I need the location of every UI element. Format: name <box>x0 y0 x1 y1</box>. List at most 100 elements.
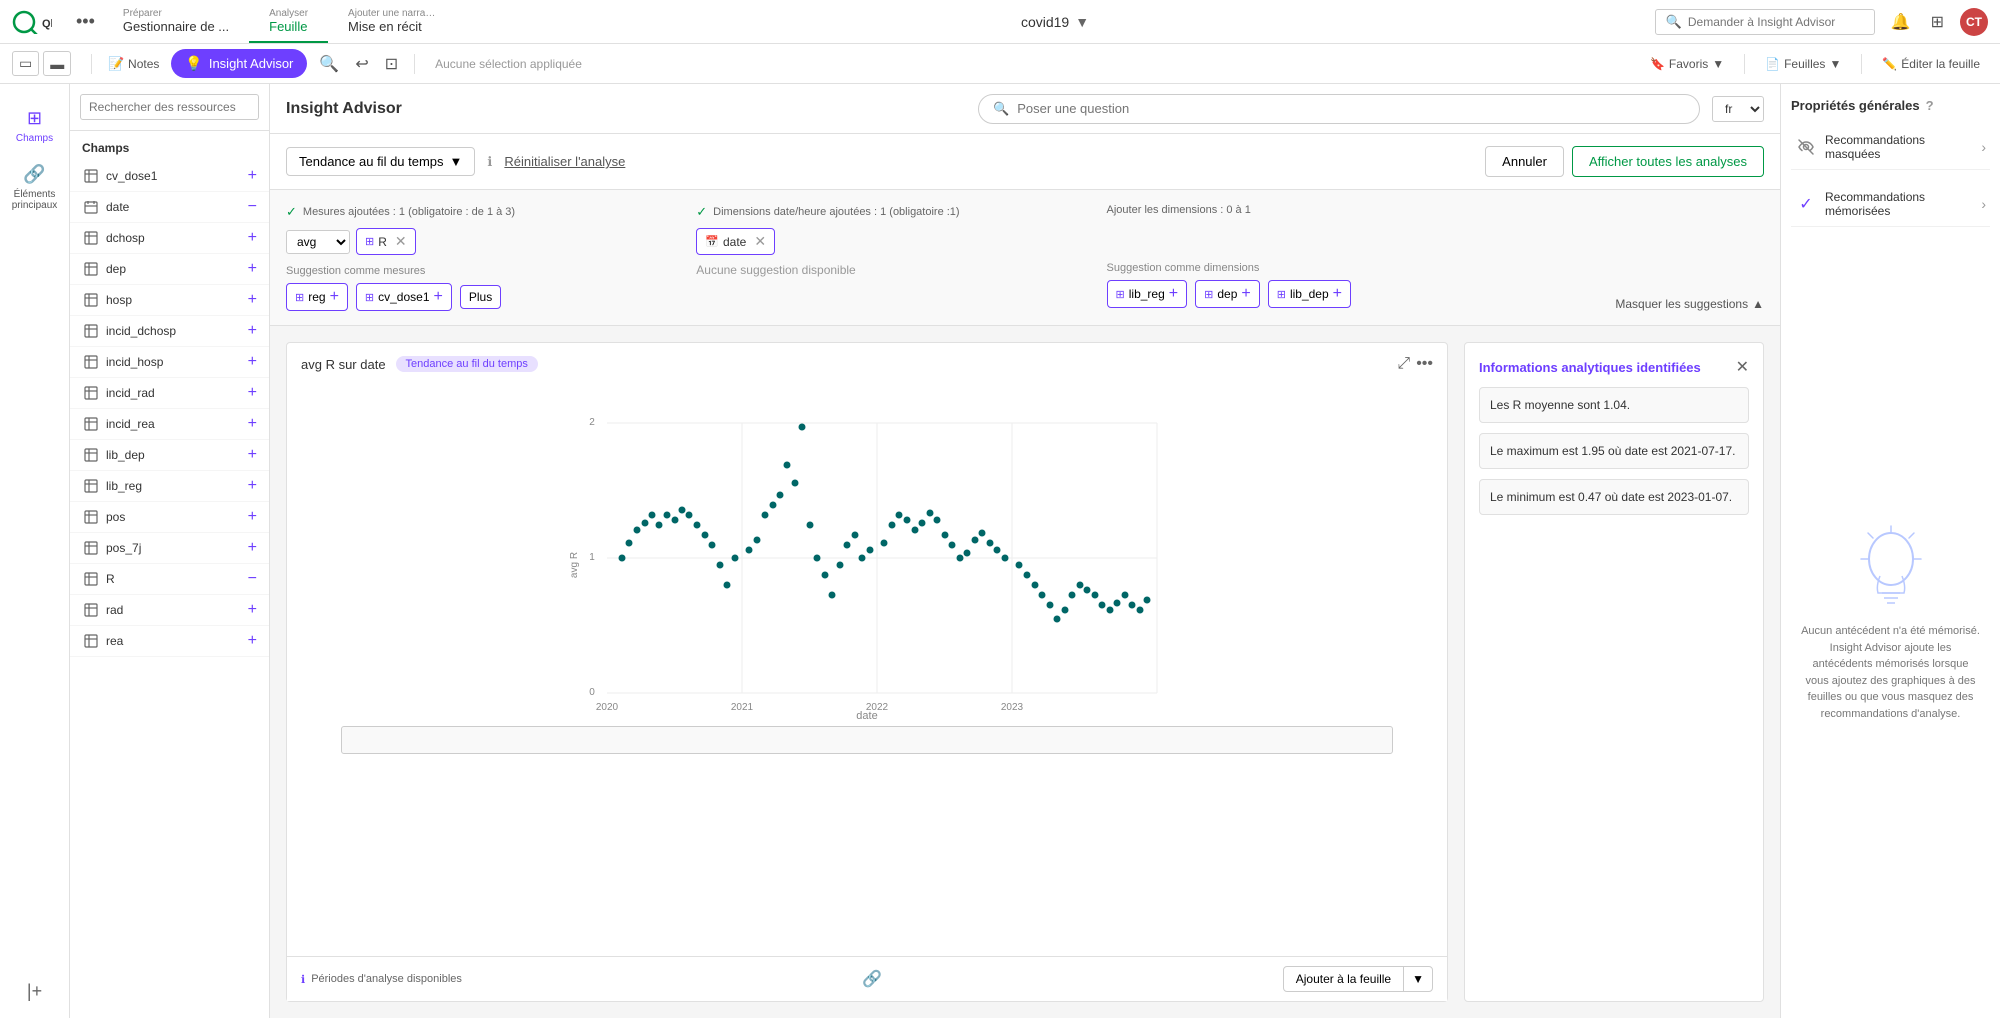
add-panel-button[interactable]: |+ <box>23 977 46 1006</box>
svg-text:avg R: avg R <box>569 552 580 578</box>
sidebar-item-elements[interactable]: 🔗 Éléments principaux <box>4 156 66 219</box>
range-slider[interactable] <box>341 726 1393 754</box>
chart-more-button[interactable]: ••• <box>1416 355 1433 373</box>
field-action-lib_dep[interactable]: + <box>248 447 257 463</box>
field-action-incid_hosp[interactable]: + <box>248 354 257 370</box>
selected-measures: avgsumcount ⊞ R ✕ <box>286 228 680 255</box>
no-selection-label: Aucune sélection appliquée <box>435 57 582 71</box>
measure-suggestion-cv_dose1[interactable]: ⊞cv_dose1+ <box>356 283 452 311</box>
field-item-dchosp[interactable]: dchosp+ <box>70 223 269 254</box>
favoris-button[interactable]: 🔖 Favoris ▼ <box>1642 53 1732 75</box>
insight-advisor-tab[interactable]: 💡 Insight Advisor <box>171 49 307 78</box>
sidebar-item-champs[interactable]: ⊞ Champs <box>4 100 66 152</box>
field-item-hosp[interactable]: hosp+ <box>70 285 269 316</box>
date-check-icon: ✓ <box>696 204 707 220</box>
measure-suggestion-reg[interactable]: ⊞reg+ <box>286 283 348 311</box>
link-chart-button[interactable]: 🔗 <box>858 965 886 993</box>
remove-measure-button[interactable]: ✕ <box>395 233 407 250</box>
ia-search-box[interactable]: 🔍 <box>978 94 1700 124</box>
ia-question-input[interactable] <box>1017 101 1685 116</box>
svg-text:2: 2 <box>589 417 595 428</box>
toolbar-icon-2[interactable]: ↩ <box>351 50 372 78</box>
field-action-incid_rad[interactable]: + <box>248 385 257 401</box>
panel-layout-btn-2[interactable]: ▬ <box>43 51 71 76</box>
edit-sheet-button[interactable]: ✏️ Éditer la feuille <box>1874 53 1988 75</box>
expand-chart-button[interactable]: ⤢ <box>1397 355 1410 373</box>
field-item-cv_dose1[interactable]: cv_dose1+ <box>70 161 269 192</box>
field-action-hosp[interactable]: + <box>248 292 257 308</box>
toolbar-icon-1[interactable]: 🔍 <box>315 50 343 78</box>
chart-actions: ⤢ ••• <box>1397 355 1433 373</box>
question-mark-icon[interactable]: ? <box>1926 98 1934 113</box>
insight-search-top[interactable]: 🔍 <box>1655 9 1875 35</box>
field-item-lib_reg[interactable]: lib_reg+ <box>70 471 269 502</box>
more-options-button[interactable]: ••• <box>68 7 103 36</box>
add-to-sheet-button[interactable]: Ajouter à la feuille ▼ <box>1283 966 1433 992</box>
saved-recommendations-item[interactable]: ✓ Recommandations mémorisées › <box>1791 182 1990 227</box>
nav-preparer[interactable]: Préparer Gestionnaire de ... <box>103 0 249 43</box>
notes-icon-btn[interactable]: 📝 Notes <box>104 52 163 76</box>
aggregation-select[interactable]: avgsumcount <box>286 230 350 254</box>
ia-title: Insight Advisor <box>286 100 978 118</box>
table-icon <box>82 415 100 433</box>
insight-item-2: Le maximum est 1.95 où date est 2021-07-… <box>1479 433 1749 469</box>
chart-svg-area: 2 1 0 avg R 2020 <box>287 385 1447 956</box>
language-select[interactable]: fr en <box>1712 96 1764 122</box>
calendar-icon <box>82 198 100 216</box>
field-item-incid_rea[interactable]: incid_rea+ <box>70 409 269 440</box>
toolbar-icon-3[interactable]: ⊡ <box>381 50 402 78</box>
svg-text:2020: 2020 <box>596 702 619 713</box>
masked-recommendations-item[interactable]: Recommandations masquées › <box>1791 125 1990 170</box>
chevron-up-icon: ▲ <box>1752 297 1764 311</box>
field-item-incid_hosp[interactable]: incid_hosp+ <box>70 347 269 378</box>
reset-analysis-button[interactable]: Réinitialiser l'analyse <box>504 154 625 169</box>
grid-apps-button[interactable]: ⊞ <box>1927 8 1948 36</box>
field-action-pos[interactable]: + <box>248 509 257 525</box>
field-item-dep[interactable]: dep+ <box>70 254 269 285</box>
field-item-pos[interactable]: pos+ <box>70 502 269 533</box>
field-item-incid_dchosp[interactable]: incid_dchosp+ <box>70 316 269 347</box>
dim-suggestion-dep[interactable]: ⊞dep+ <box>1195 280 1260 308</box>
notification-bell-button[interactable]: 🔔 <box>1887 8 1915 36</box>
remove-date-button[interactable]: ✕ <box>754 233 766 250</box>
close-insights-button[interactable]: ✕ <box>1736 357 1749 377</box>
field-action-pos_7j[interactable]: + <box>248 540 257 556</box>
field-action-dchosp[interactable]: + <box>248 230 257 246</box>
field-item-pos_7j[interactable]: pos_7j+ <box>70 533 269 564</box>
field-action-incid_rea[interactable]: + <box>248 416 257 432</box>
field-action-R[interactable]: − <box>248 571 257 587</box>
fields-search-input[interactable] <box>80 94 259 120</box>
fields-icon: ⊞ <box>27 108 42 129</box>
field-item-rad[interactable]: rad+ <box>70 595 269 626</box>
field-action-dep[interactable]: + <box>248 261 257 277</box>
info-icon[interactable]: ℹ <box>487 154 492 170</box>
cancel-button[interactable]: Annuler <box>1485 146 1564 177</box>
add-sheet-dropdown-icon[interactable]: ▼ <box>1403 967 1432 991</box>
dim-suggestion-lib_dep[interactable]: ⊞lib_dep+ <box>1268 280 1351 308</box>
field-item-lib_dep[interactable]: lib_dep+ <box>70 440 269 471</box>
insight-search-input[interactable] <box>1688 15 1848 29</box>
feuilles-button[interactable]: 📄 Feuilles ▼ <box>1757 53 1849 75</box>
field-action-rea[interactable]: + <box>248 633 257 649</box>
field-item-incid_rad[interactable]: incid_rad+ <box>70 378 269 409</box>
user-avatar[interactable]: CT <box>1960 8 1988 36</box>
analysis-type-dropdown[interactable]: Tendance au fil du temps ▼ <box>286 147 475 176</box>
field-item-date[interactable]: date− <box>70 192 269 223</box>
field-action-rad[interactable]: + <box>248 602 257 618</box>
field-item-rea[interactable]: rea+ <box>70 626 269 657</box>
more-suggestions-button[interactable]: Plus <box>460 285 501 309</box>
app-chevron-icon[interactable]: ▼ <box>1075 14 1089 30</box>
field-action-cv_dose1[interactable]: + <box>248 168 257 184</box>
field-action-lib_reg[interactable]: + <box>248 478 257 494</box>
nav-narrative[interactable]: Ajouter une narra… Mise en récit <box>328 0 455 43</box>
hide-suggestions-button[interactable]: Masquer les suggestions ▲ <box>1615 297 1764 311</box>
table-icon <box>82 446 100 464</box>
dim-suggestion-lib_reg[interactable]: ⊞lib_reg+ <box>1107 280 1188 308</box>
field-action-incid_dchosp[interactable]: + <box>248 323 257 339</box>
show-all-analyses-button[interactable]: Afficher toutes les analyses <box>1572 146 1764 177</box>
nav-analyser[interactable]: Analyser Feuille <box>249 0 328 43</box>
link-icon: 🔗 <box>23 164 45 185</box>
panel-layout-btn-1[interactable]: ▭ <box>12 51 39 76</box>
field-action-date[interactable]: − <box>248 199 257 215</box>
field-item-R[interactable]: R− <box>70 564 269 595</box>
